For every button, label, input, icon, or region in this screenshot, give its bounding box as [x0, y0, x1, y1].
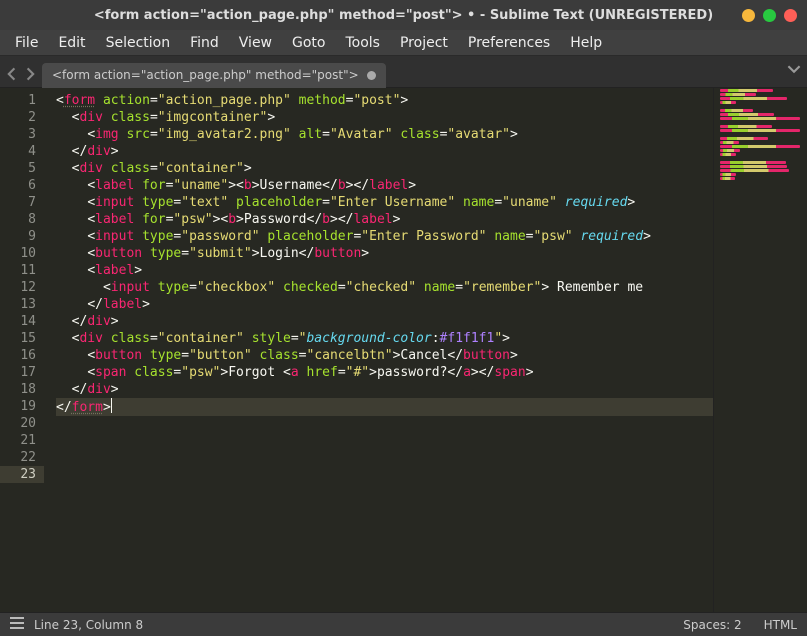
code-line[interactable]: <img src="img_avatar2.png" alt="Avatar" … — [56, 126, 713, 143]
code-line[interactable]: <input type="text" placeholder="Enter Us… — [56, 194, 713, 211]
minimap-row — [720, 125, 772, 128]
editor: 1234567891011121314151617181920212223 <f… — [0, 88, 807, 612]
minimap-row — [720, 141, 739, 144]
window-title: <form action="action_page.php" method="p… — [94, 8, 713, 23]
menu-project[interactable]: Project — [391, 32, 457, 54]
panel-switcher-icon[interactable] — [10, 617, 24, 632]
minimap-row — [720, 169, 789, 172]
minimap-row — [720, 173, 736, 176]
minimap-row — [720, 161, 786, 164]
minimap-row — [720, 109, 753, 112]
menu-preferences[interactable]: Preferences — [459, 32, 559, 54]
line-number[interactable]: 10 — [0, 245, 36, 262]
menu-edit[interactable]: Edit — [49, 32, 94, 54]
close-button[interactable] — [784, 9, 797, 22]
menu-find[interactable]: Find — [181, 32, 228, 54]
line-number[interactable]: 19 — [0, 398, 36, 415]
line-number[interactable]: 8 — [0, 211, 36, 228]
line-number[interactable]: 13 — [0, 296, 36, 313]
line-number[interactable]: 7 — [0, 194, 36, 211]
code-line[interactable]: <button type="button" class="cancelbtn">… — [56, 347, 713, 364]
line-number[interactable]: 23 — [0, 466, 44, 483]
fold-gutter[interactable] — [44, 88, 54, 612]
code-line[interactable]: <input type="checkbox" checked="checked"… — [56, 279, 713, 296]
tab-overflow-button[interactable] — [787, 62, 801, 80]
menu-help[interactable]: Help — [561, 32, 611, 54]
menu-goto[interactable]: Goto — [283, 32, 334, 54]
line-number[interactable]: 20 — [0, 415, 36, 432]
line-number[interactable]: 11 — [0, 262, 36, 279]
code-line[interactable]: </label> — [56, 296, 713, 313]
tab-bar: <form action="action_page.php" method="p… — [0, 56, 807, 88]
menu-selection[interactable]: Selection — [97, 32, 180, 54]
cursor-position[interactable]: Line 23, Column 8 — [34, 618, 143, 632]
minimap-row — [720, 153, 736, 156]
line-number[interactable]: 14 — [0, 313, 36, 330]
line-number[interactable]: 22 — [0, 449, 36, 466]
code-line[interactable]: </div> — [56, 381, 713, 398]
code-line[interactable]: <div class="container"> — [56, 160, 713, 177]
minimize-button[interactable] — [742, 9, 755, 22]
code-line[interactable]: <label for="psw"><b>Password</b></label> — [56, 211, 713, 228]
code-line[interactable]: <label> — [56, 262, 713, 279]
cursor — [111, 398, 112, 413]
code-line[interactable]: </div> — [56, 313, 713, 330]
line-number-gutter[interactable]: 1234567891011121314151617181920212223 — [0, 88, 44, 612]
code-line[interactable]: <input type="password" placeholder="Ente… — [56, 228, 713, 245]
line-number[interactable]: 18 — [0, 381, 36, 398]
active-tab[interactable]: <form action="action_page.php" method="p… — [42, 63, 386, 88]
code-line[interactable]: </div> — [56, 143, 713, 160]
nav-forward-button[interactable] — [22, 67, 36, 81]
code-area[interactable]: <form action="action_page.php" method="p… — [54, 88, 713, 612]
minimap-row — [720, 165, 787, 168]
line-number[interactable]: 6 — [0, 177, 36, 194]
code-line[interactable]: <div class="imgcontainer"> — [56, 109, 713, 126]
line-number[interactable]: 17 — [0, 364, 36, 381]
minimap-row — [720, 113, 774, 116]
code-line[interactable]: </form> — [56, 398, 713, 416]
menubar: FileEditSelectionFindViewGotoToolsProjec… — [0, 30, 807, 56]
minimap-row — [720, 177, 735, 180]
menu-tools[interactable]: Tools — [336, 32, 389, 54]
line-number[interactable]: 3 — [0, 126, 36, 143]
minimap-row — [720, 89, 773, 92]
code-line[interactable]: <span class="psw">Forgot <a href="#">pas… — [56, 364, 713, 381]
code-line[interactable]: <button type="submit">Login</button> — [56, 245, 713, 262]
line-number[interactable]: 15 — [0, 330, 36, 347]
dirty-indicator-icon — [367, 71, 376, 80]
minimap-row — [720, 97, 787, 100]
menu-view[interactable]: View — [230, 32, 281, 54]
indentation-setting[interactable]: Spaces: 2 — [683, 618, 741, 632]
minimap-row — [720, 145, 800, 148]
code-line[interactable]: <form action="action_page.php" method="p… — [56, 92, 713, 109]
line-number[interactable]: 4 — [0, 143, 36, 160]
line-number[interactable]: 9 — [0, 228, 36, 245]
minimap-row — [720, 93, 756, 96]
line-number[interactable]: 5 — [0, 160, 36, 177]
nav-back-button[interactable] — [6, 67, 20, 81]
code-line[interactable]: <label for="uname"><b>Username</b></labe… — [56, 177, 713, 194]
minimap-row — [720, 101, 736, 104]
line-number[interactable]: 2 — [0, 109, 36, 126]
line-number[interactable]: 12 — [0, 279, 36, 296]
syntax-setting[interactable]: HTML — [764, 618, 797, 632]
minimap-row — [720, 117, 800, 120]
line-number[interactable]: 1 — [0, 92, 36, 109]
menu-file[interactable]: File — [6, 32, 47, 54]
status-bar: Line 23, Column 8 Spaces: 2 HTML — [0, 612, 807, 636]
minimap-row — [720, 129, 800, 132]
tab-label: <form action="action_page.php" method="p… — [52, 68, 359, 82]
minimap-row — [720, 137, 768, 140]
minimap-row — [720, 149, 740, 152]
maximize-button[interactable] — [763, 9, 776, 22]
minimap[interactable] — [713, 88, 807, 612]
window-titlebar: <form action="action_page.php" method="p… — [0, 0, 807, 30]
traffic-lights — [742, 9, 797, 22]
line-number[interactable]: 16 — [0, 347, 36, 364]
line-number[interactable]: 21 — [0, 432, 36, 449]
code-line[interactable]: <div class="container" style="background… — [56, 330, 713, 347]
